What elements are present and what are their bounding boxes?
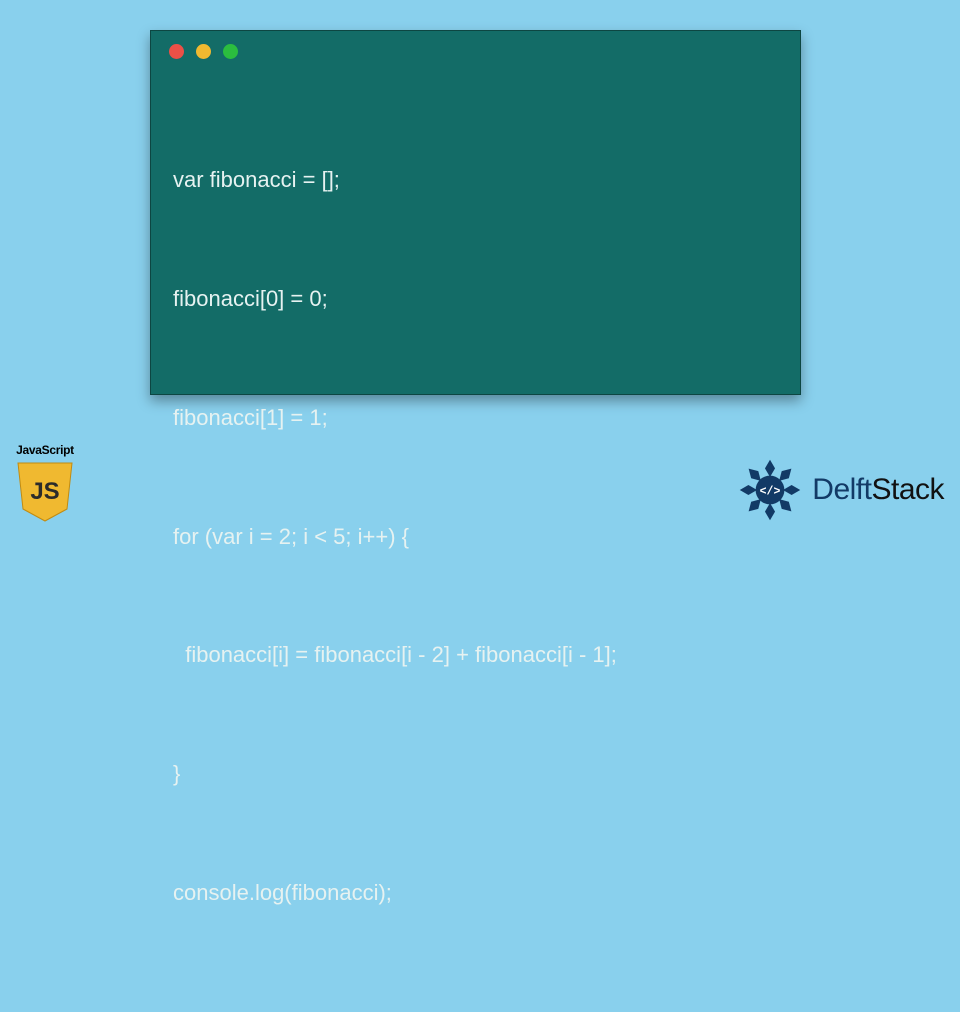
window-titlebar xyxy=(151,31,800,71)
code-line: } xyxy=(173,754,778,794)
javascript-badge: JavaScript JS xyxy=(10,443,80,528)
code-line: console.log(fibonacci); xyxy=(173,873,778,913)
maximize-icon xyxy=(223,44,238,59)
js-shield-text: JS xyxy=(30,478,59,505)
close-icon xyxy=(169,44,184,59)
delftstack-logo-icon: </> xyxy=(734,454,806,526)
code-card: var fibonacci = []; fibonacci[0] = 0; fi… xyxy=(150,30,801,395)
code-line: var fibonacci = []; xyxy=(173,160,778,200)
code-body: var fibonacci = []; fibonacci[0] = 0; fi… xyxy=(151,71,800,1012)
code-line: fibonacci[i] = fibonacci[i - 2] + fibona… xyxy=(173,635,778,675)
delftstack-brand: </> DelftStack xyxy=(734,454,944,526)
code-line: fibonacci[0] = 0; xyxy=(173,279,778,319)
code-line: fibonacci[1] = 1; xyxy=(173,398,778,438)
javascript-label: JavaScript xyxy=(10,443,80,457)
brand-part2: Stack xyxy=(871,473,944,506)
delft-logo-glyph: </> xyxy=(760,485,781,498)
code-line: for (var i = 2; i < 5; i++) { xyxy=(173,517,778,557)
delftstack-text: DelftStack xyxy=(812,473,944,507)
brand-part1: Delft xyxy=(812,473,871,506)
minimize-icon xyxy=(196,44,211,59)
javascript-shield-icon: JS xyxy=(16,461,74,523)
